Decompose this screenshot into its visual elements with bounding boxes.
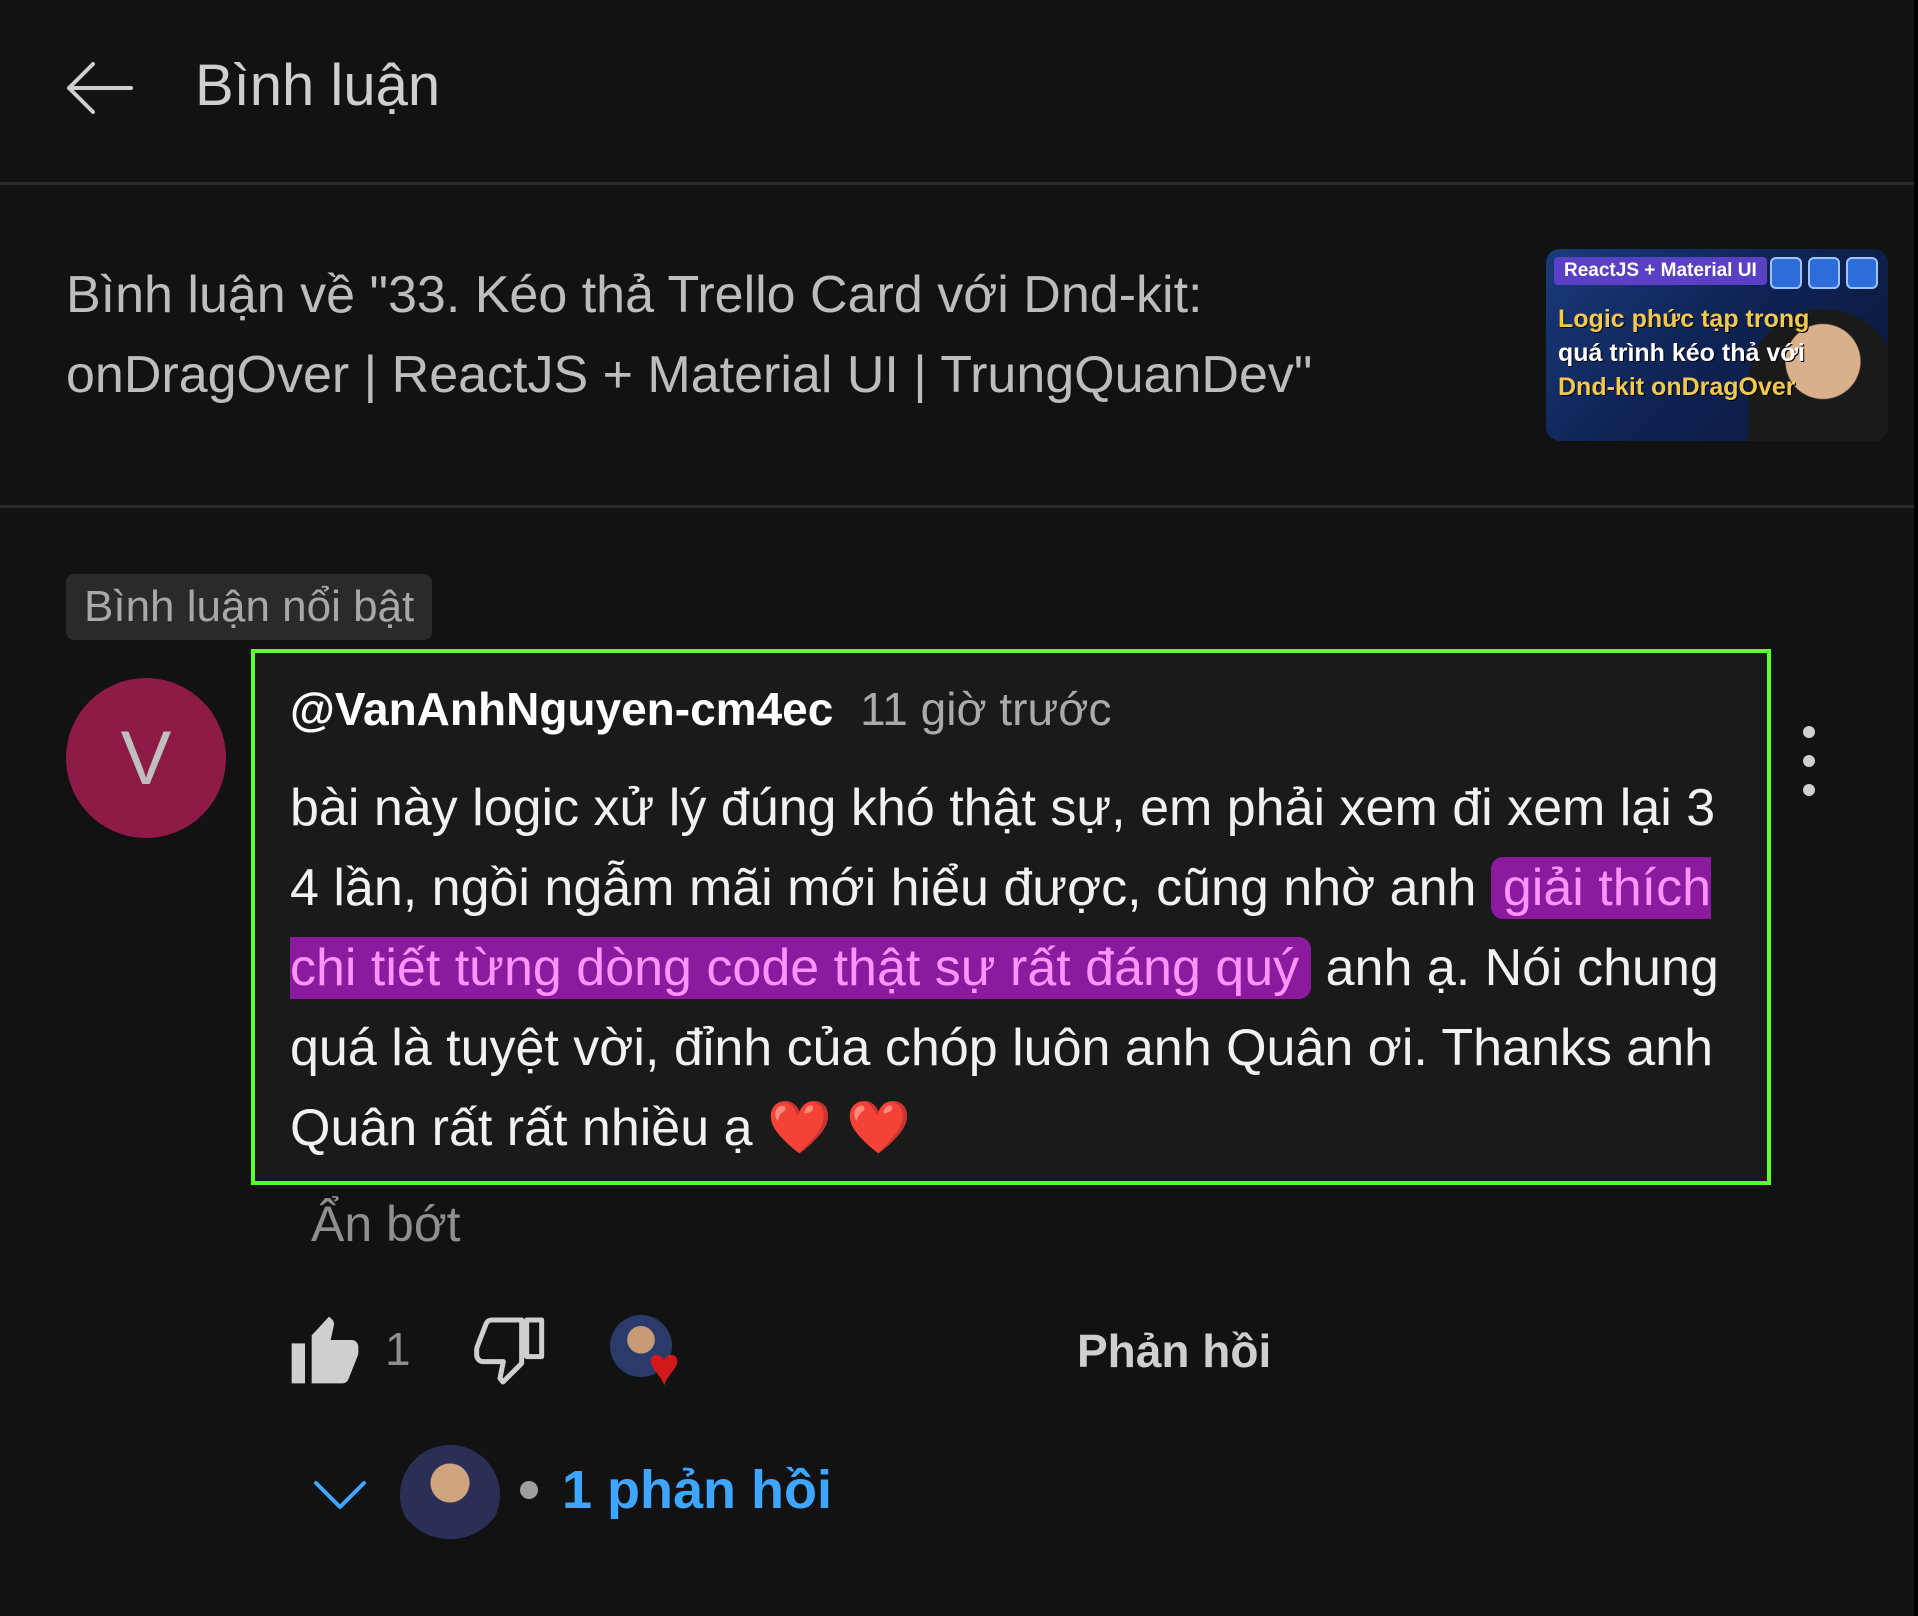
pinned-comment-label: Bình luận nổi bật bbox=[66, 574, 433, 640]
dndkit-icon bbox=[1846, 257, 1878, 289]
thumbnail-line-1: Logic phức tạp trong bbox=[1558, 305, 1810, 333]
creator-heart-badge: ♥ bbox=[610, 1310, 710, 1400]
commenter-avatar[interactable]: V bbox=[66, 678, 226, 838]
page-title: Bình luận bbox=[195, 53, 441, 118]
react-icon bbox=[1770, 257, 1802, 289]
thumbnail-icons bbox=[1770, 257, 1878, 289]
thumbnail-line-3: Dnd-kit onDragOver bbox=[1558, 373, 1796, 401]
heart-emojis: ❤️ ❤️ bbox=[766, 1099, 911, 1157]
video-info: Bình luận về "33. Kéo thả Trello Card vớ… bbox=[0, 185, 1914, 508]
comment-time[interactable]: 11 giờ trước bbox=[860, 683, 1111, 735]
comment-author[interactable]: @VanAnhNguyen-cm4ec bbox=[290, 683, 833, 735]
comments-panel: Bình luận Bình luận về "33. Kéo thả Trel… bbox=[0, 0, 1918, 1616]
like-count: 1 bbox=[385, 1323, 411, 1375]
show-less-button[interactable]: Ẩn bớt bbox=[311, 1195, 461, 1253]
like-button[interactable] bbox=[285, 1310, 365, 1390]
chevron-down-icon bbox=[314, 1481, 366, 1509]
kebab-menu-icon bbox=[1803, 726, 1815, 738]
heart-icon: ♥ bbox=[648, 1337, 681, 1397]
back-arrow-icon bbox=[67, 62, 133, 114]
mui-icon bbox=[1808, 257, 1840, 289]
replies-count[interactable]: 1 phản hồi bbox=[562, 1459, 832, 1521]
thumbs-up-icon bbox=[291, 1316, 359, 1384]
video-title: Bình luận về "33. Kéo thả Trello Card vớ… bbox=[66, 266, 1313, 404]
thumbnail-tag: ReactJS + Material UI bbox=[1554, 257, 1767, 285]
panel-header: Bình luận bbox=[0, 0, 1914, 185]
thumbs-down-icon bbox=[474, 1317, 545, 1385]
reply-author-avatar bbox=[400, 1445, 500, 1545]
separator-dot bbox=[520, 1481, 538, 1499]
avatar-letter: V bbox=[120, 715, 172, 801]
thumbnail-line-2: quá trình kéo thả với bbox=[1558, 339, 1805, 367]
video-thumbnail[interactable]: ReactJS + Material UI Logic phức tạp tro… bbox=[1546, 249, 1888, 441]
comment-menu-button[interactable] bbox=[1785, 726, 1833, 796]
comment-meta: @VanAnhNguyen-cm4ec 11 giờ trước bbox=[290, 682, 1111, 736]
back-button[interactable] bbox=[58, 48, 138, 128]
comment-text: bài này logic xử lý đúng khó thật sự, em… bbox=[290, 768, 1750, 1168]
reply-button[interactable]: Phản hồi bbox=[1077, 1324, 1271, 1378]
dislike-button[interactable] bbox=[470, 1310, 550, 1390]
